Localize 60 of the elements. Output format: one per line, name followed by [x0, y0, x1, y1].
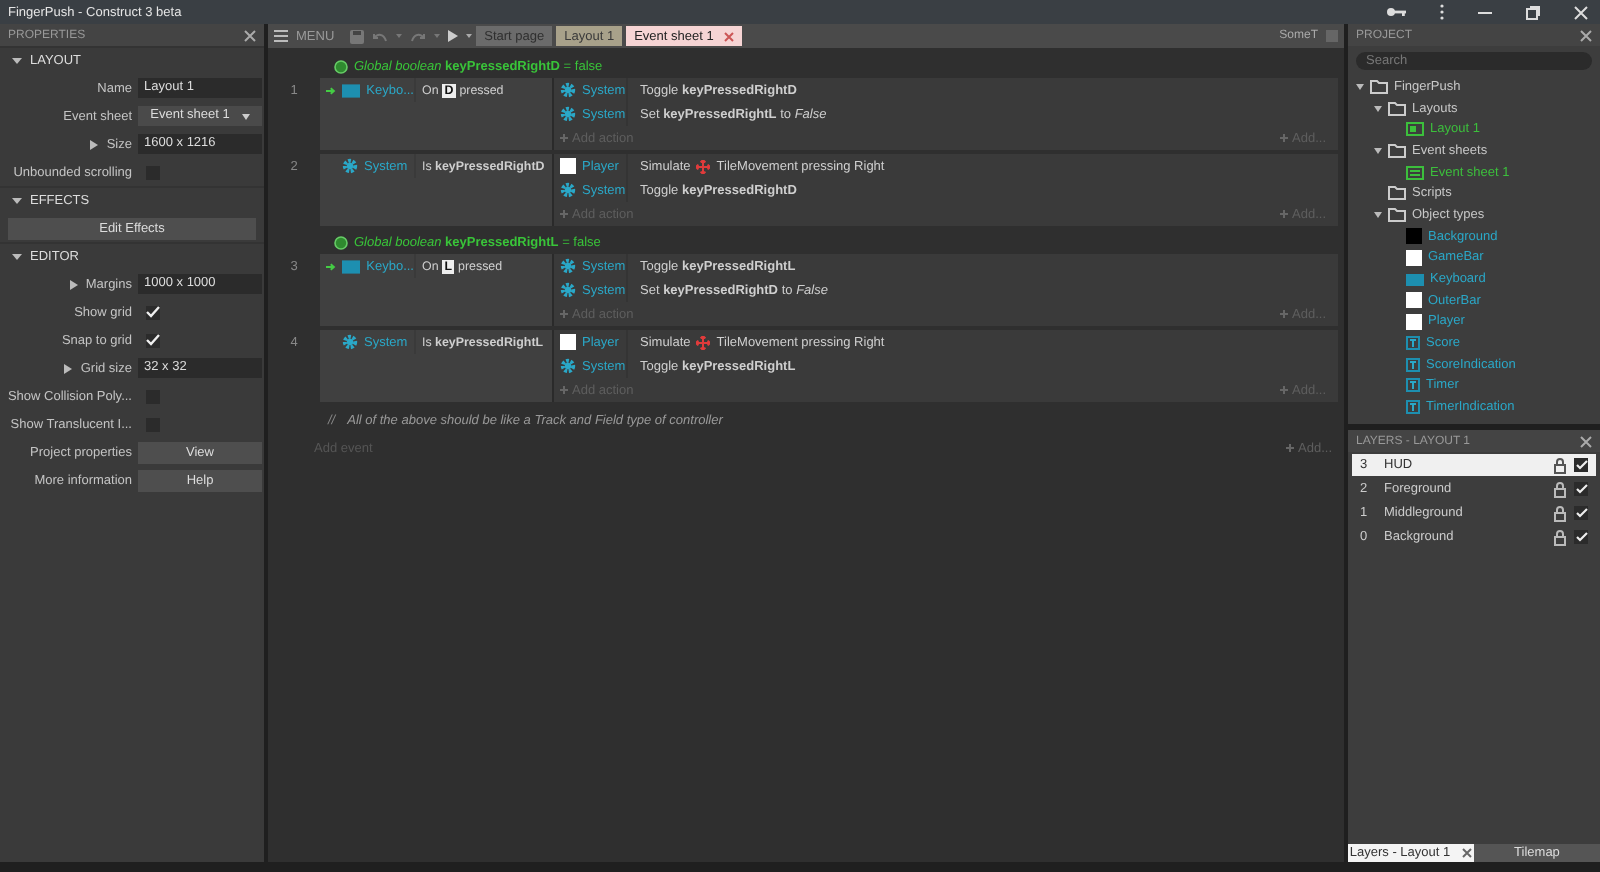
plus-icon — [1280, 210, 1289, 218]
globe-icon — [334, 235, 348, 249]
plus-icon — [560, 310, 568, 318]
expand-arrow-icon[interactable] — [12, 56, 22, 66]
close-icon[interactable] — [244, 29, 256, 41]
caret-icon — [241, 113, 250, 119]
expand-arrow-icon[interactable] — [1374, 147, 1382, 154]
sprite-icon — [560, 158, 576, 174]
gear-icon — [342, 158, 358, 174]
lock-icon[interactable] — [1554, 481, 1566, 497]
text-object-icon — [1406, 336, 1420, 351]
close-icon[interactable] — [1462, 848, 1473, 858]
expand-arrow-icon[interactable] — [1374, 211, 1382, 218]
event-sheet-icon — [1406, 165, 1424, 180]
keyboard-icon — [341, 83, 361, 97]
plus-icon — [1286, 444, 1295, 452]
expand-arrow-icon[interactable] — [90, 139, 99, 149]
plus-icon — [1280, 386, 1289, 394]
plus-icon — [560, 134, 568, 142]
move-arrows-icon — [696, 335, 711, 349]
visibility-checkbox[interactable] — [1574, 506, 1588, 520]
keyboard-icon — [341, 259, 361, 273]
expand-arrow-icon[interactable] — [64, 363, 73, 373]
plus-icon — [560, 386, 568, 394]
gear-icon — [560, 182, 576, 198]
text-object-icon — [1406, 357, 1420, 372]
checkbox[interactable] — [146, 333, 160, 347]
plus-icon — [1280, 134, 1289, 142]
close-icon[interactable] — [1580, 29, 1592, 41]
plus-icon — [560, 210, 568, 218]
expand-arrow-icon[interactable] — [12, 196, 22, 206]
restore-icon[interactable] — [1526, 5, 1540, 19]
minimize-icon[interactable] — [1478, 11, 1492, 13]
close-icon[interactable] — [1580, 435, 1592, 447]
checkbox[interactable] — [146, 305, 160, 319]
plus-icon — [1280, 310, 1289, 318]
key-icon[interactable] — [1386, 6, 1406, 18]
lock-icon[interactable] — [1554, 505, 1566, 521]
expand-arrow-icon[interactable] — [1374, 105, 1382, 112]
folder-icon — [1388, 143, 1406, 158]
menu-icon[interactable] — [274, 30, 288, 42]
gear-icon — [342, 334, 358, 350]
keyboard-icon — [1406, 273, 1424, 286]
visibility-checkbox[interactable] — [1574, 482, 1588, 496]
gear-icon — [560, 358, 576, 374]
layout-icon — [1406, 122, 1424, 137]
lock-icon[interactable] — [1554, 529, 1566, 545]
text-object-icon — [1406, 378, 1420, 393]
sprite-icon — [560, 334, 576, 350]
globe-icon — [334, 59, 348, 73]
play-icon[interactable] — [448, 30, 459, 42]
expand-arrow-icon[interactable] — [69, 279, 78, 289]
lock-icon[interactable] — [1554, 457, 1566, 473]
text-object-icon — [1406, 400, 1420, 415]
move-arrows-icon — [696, 159, 711, 173]
visibility-checkbox[interactable] — [1574, 530, 1588, 544]
expand-arrow-icon[interactable] — [12, 252, 22, 262]
expand-arrow-icon[interactable] — [1356, 83, 1364, 90]
caret-icon[interactable] — [466, 34, 473, 38]
visibility-checkbox[interactable] — [1574, 458, 1588, 472]
